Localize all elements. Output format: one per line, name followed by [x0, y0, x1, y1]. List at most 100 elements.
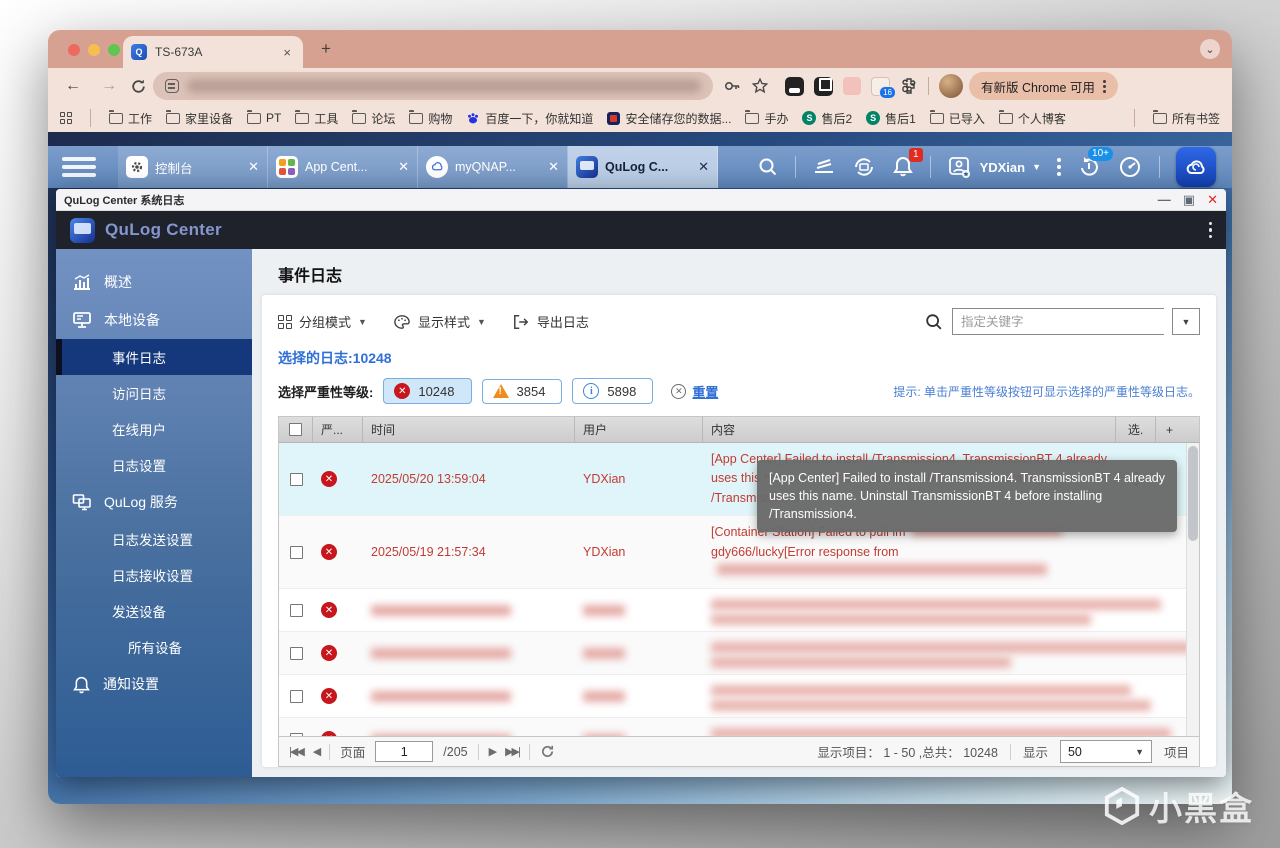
reload-button[interactable]	[130, 78, 147, 95]
password-manager-icon[interactable]	[723, 77, 741, 95]
group-mode-button[interactable]: 分组模式 ▼	[278, 312, 367, 331]
sidebar-item-log-settings[interactable]: 日志设置	[56, 447, 252, 483]
sidebar-item-log-sender[interactable]: 日志发送设置	[56, 521, 252, 557]
column-content[interactable]: 内容	[703, 417, 1116, 442]
bookmark-item-sharepoint[interactable]: S 售后1	[866, 110, 916, 127]
macos-traffic-lights[interactable]	[68, 44, 120, 56]
site-settings-icon[interactable]	[165, 79, 179, 93]
column-user[interactable]: 用户	[575, 417, 703, 442]
bookmark-item[interactable]: 个人博客	[998, 110, 1066, 127]
taskbar-tab-app-center[interactable]: App Cent... ✕	[268, 146, 418, 188]
search-options-dropdown[interactable]: ▼	[1172, 308, 1200, 335]
forward-button[interactable]: →	[94, 75, 124, 97]
background-tasks-icon[interactable]	[852, 155, 876, 179]
table-row-redacted[interactable]: ✕	[279, 675, 1199, 719]
dashboard-gauge-icon[interactable]	[1117, 155, 1143, 179]
export-logs-button[interactable]: 导出日志	[512, 312, 589, 331]
main-menu-icon[interactable]	[62, 157, 102, 177]
bookmark-star-icon[interactable]	[751, 77, 769, 95]
bookmark-item[interactable]: 家里设备	[166, 110, 233, 127]
all-bookmarks-button[interactable]: 所有书签	[1152, 110, 1220, 127]
taskbar-more-icon[interactable]	[1057, 158, 1061, 176]
taskbar-tab-myqnapcloud[interactable]: myQNAP... ✕	[418, 146, 568, 188]
notifications-bell-icon[interactable]: 1	[892, 148, 923, 179]
sidebar-item-overview[interactable]: 概述	[56, 263, 252, 301]
last-page-button[interactable]: ▶▶|	[505, 745, 521, 758]
back-button[interactable]: ←	[58, 75, 88, 97]
row-checkbox[interactable]	[279, 443, 313, 515]
bookmark-item[interactable]: 工具	[295, 110, 338, 127]
row-checkbox[interactable]	[289, 646, 303, 660]
sidebar-item-notification-settings[interactable]: 通知设置	[56, 665, 252, 703]
table-row-redacted[interactable]: ✕	[279, 632, 1199, 676]
page-number-input[interactable]	[375, 741, 434, 762]
next-page-button[interactable]: ▶	[489, 745, 498, 758]
bookmark-item[interactable]: PT	[247, 110, 281, 125]
add-column-button[interactable]: +	[1156, 417, 1183, 442]
extensions-puzzle-icon[interactable]	[900, 77, 918, 95]
qsync-cloud-button[interactable]	[1176, 147, 1216, 187]
table-scrollbar[interactable]	[1186, 443, 1199, 736]
restart-tasks-icon[interactable]: 10+	[1077, 147, 1113, 179]
profile-avatar[interactable]	[939, 74, 963, 98]
tab-close-icon[interactable]: ✕	[248, 159, 259, 175]
bookmark-item[interactable]: 已导入	[929, 110, 985, 127]
column-time[interactable]: 时间	[363, 417, 575, 442]
select-all-checkbox[interactable]	[279, 417, 313, 442]
sidebar-item-local-device[interactable]: 本地设备	[56, 301, 252, 339]
row-checkbox[interactable]	[289, 732, 303, 736]
first-page-button[interactable]: |◀◀	[289, 745, 305, 758]
taskbar-tab-control-panel[interactable]: 控制台 ✕	[118, 146, 268, 188]
tab-close-icon[interactable]: ✕	[548, 159, 559, 175]
sidebar-item-sender-devices[interactable]: 发送设备	[56, 593, 252, 629]
window-maximize-icon[interactable]: ▣	[1183, 192, 1195, 208]
window-titlebar[interactable]: QuLog Center 系统日志 — ▣ ✕	[56, 189, 1226, 211]
bookmark-item-storage[interactable]: 安全储存您的数据...	[607, 110, 731, 127]
tab-close-icon[interactable]: ×	[279, 44, 295, 61]
extension-clip-icon[interactable]	[814, 76, 833, 96]
new-tab-button[interactable]: +	[313, 37, 339, 61]
sidebar-item-event-log[interactable]: 事件日志	[56, 339, 252, 375]
sidebar-item-all-devices[interactable]: 所有设备	[56, 629, 252, 665]
maximize-window-icon[interactable]	[108, 44, 120, 56]
user-menu[interactable]: YDXian ▼	[947, 155, 1041, 179]
bookmark-item[interactable]: 购物	[409, 110, 452, 127]
column-severity[interactable]: 严...	[313, 417, 363, 442]
close-window-icon[interactable]	[68, 44, 80, 56]
window-close-icon[interactable]: ✕	[1207, 192, 1218, 208]
severity-info-button[interactable]: i 5898	[572, 378, 654, 404]
reset-filter-link[interactable]: ✕ 重置	[671, 382, 718, 401]
browser-menu-icon[interactable]	[1101, 78, 1108, 95]
search-icon[interactable]	[757, 156, 779, 178]
keyword-search-input[interactable]	[952, 308, 1164, 335]
sidebar-item-qulog-service[interactable]: QuLog 服务	[56, 483, 252, 521]
resource-monitor-icon[interactable]	[812, 156, 836, 178]
refresh-icon[interactable]	[540, 744, 555, 759]
severity-error-button[interactable]: ✕ 10248	[383, 378, 472, 404]
row-checkbox[interactable]	[289, 689, 303, 703]
browser-tab-active[interactable]: Q TS-673A ×	[123, 36, 303, 68]
scrollbar-thumb[interactable]	[1187, 446, 1198, 541]
extension-wallet-icon[interactable]: 16	[871, 76, 896, 99]
prev-page-button[interactable]: ◀	[313, 745, 322, 758]
bookmark-item-sharepoint[interactable]: S 售后2	[802, 110, 852, 127]
taskbar-tab-qulog-center[interactable]: QuLog C... ✕	[568, 146, 718, 188]
address-bar[interactable]	[153, 72, 713, 100]
tab-search-icon[interactable]: ⌄	[1200, 39, 1220, 59]
row-checkbox[interactable]	[289, 603, 303, 617]
bookmark-item[interactable]: 论坛	[352, 110, 395, 127]
app-menu-icon[interactable]	[1208, 221, 1212, 239]
tab-close-icon[interactable]: ✕	[698, 159, 709, 175]
bookmark-item[interactable]: 工作	[109, 110, 152, 127]
chrome-update-button[interactable]: 有新版 Chrome 可用	[969, 72, 1118, 100]
sidebar-item-access-log[interactable]: 访问日志	[56, 375, 252, 411]
sidebar-item-log-receiver[interactable]: 日志接收设置	[56, 557, 252, 593]
sidebar-item-online-users[interactable]: 在线用户	[56, 411, 252, 447]
table-row-redacted[interactable]: ✕	[279, 589, 1199, 633]
bookmark-item-baidu[interactable]: 百度一下，你就知道	[466, 110, 593, 127]
table-row-redacted[interactable]: ✕	[279, 718, 1199, 736]
extension-dark-icon[interactable]	[785, 76, 804, 96]
bookmark-item[interactable]: 手办	[745, 110, 788, 127]
row-checkbox[interactable]	[279, 516, 313, 588]
side-panel-grid-icon[interactable]	[60, 112, 72, 124]
